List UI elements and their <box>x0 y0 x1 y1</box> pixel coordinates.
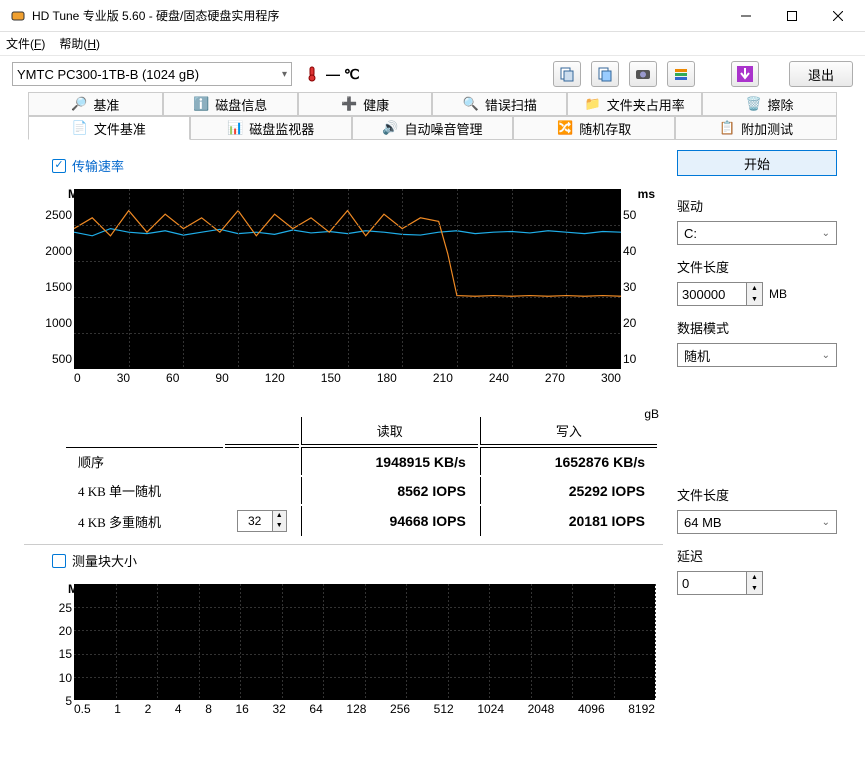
row-4k-multi: 4 KB 多重随机 <box>66 506 223 536</box>
block-size-checkbox[interactable] <box>52 554 66 568</box>
drive-letter-select[interactable]: C:⌄ <box>677 221 837 245</box>
chevron-down-icon: ⌄ <box>822 228 830 239</box>
multi-write: 20181 IOPS <box>480 506 657 536</box>
maximize-button[interactable] <box>769 1 815 31</box>
multi-read: 94668 IOPS <box>301 506 478 536</box>
drive-label: 驱动 <box>677 196 837 215</box>
trash-icon: 🗑️ <box>746 96 762 112</box>
health-icon: ➕ <box>341 96 357 112</box>
transfer-rate-label: 传输速率 <box>72 156 124 175</box>
delay-label: 延迟 <box>677 546 837 565</box>
queue-depth-spinner[interactable]: ▲▼ <box>237 510 287 532</box>
file-length2-label: 文件长度 <box>677 485 837 504</box>
copy-text-button[interactable] <box>553 61 581 87</box>
row-4k-single: 4 KB 单一随机 <box>66 477 223 504</box>
tab-aam[interactable]: 🔊自动噪音管理 <box>352 116 514 140</box>
info-icon: ℹ️ <box>193 96 209 112</box>
file-bench-icon: 📄 <box>72 120 88 136</box>
chart1-x-unit: gB <box>644 407 659 421</box>
results-table: 读取 写入 顺序 1948915 KB/s 1652876 KB/s 4 KB … <box>64 415 659 538</box>
col-write: 写入 <box>480 417 657 445</box>
file-length2-select[interactable]: 64 MB⌄ <box>677 510 837 534</box>
seq-write: 1652876 KB/s <box>480 447 657 475</box>
options-button[interactable] <box>667 61 695 87</box>
tab-random-access[interactable]: 🔀随机存取 <box>513 116 675 140</box>
temperature-box: — ℃ <box>304 66 360 83</box>
delay-spinner[interactable]: ▲▼ <box>677 571 763 595</box>
pattern-select[interactable]: 随机⌄ <box>677 343 837 367</box>
menu-bar: 文件(F) 帮助(H) <box>0 32 865 56</box>
close-button[interactable] <box>815 1 861 31</box>
transfer-rate-checkbox[interactable] <box>52 159 66 173</box>
minimize-button[interactable] <box>723 1 769 31</box>
tab-erase[interactable]: 🗑️擦除 <box>702 92 837 116</box>
single-read: 8562 IOPS <box>301 477 478 504</box>
temperature-value: — ℃ <box>326 66 360 83</box>
side-panel: 开始 驱动 C:⌄ 文件长度 ▲▼ MB 数据模式 随机⌄ 文件长度 64 MB… <box>677 150 837 734</box>
copy-chart-button[interactable] <box>591 61 619 87</box>
random-icon: 🔀 <box>557 120 573 136</box>
save-button[interactable] <box>731 61 759 87</box>
tab-benchmark[interactable]: 🔎基准 <box>28 92 163 116</box>
start-button[interactable]: 开始 <box>677 150 837 176</box>
chevron-down-icon: ▾ <box>282 69 287 80</box>
tab-disk-monitor[interactable]: 📊磁盘监视器 <box>190 116 352 140</box>
tabs: 🔎基准 ℹ️磁盘信息 ➕健康 🔍错误扫描 📁文件夹占用率 🗑️擦除 📄文件基准 … <box>0 92 865 140</box>
menu-help[interactable]: 帮助(H) <box>59 35 100 52</box>
extra-icon: 📋 <box>719 120 735 136</box>
screenshot-button[interactable] <box>629 61 657 87</box>
menu-file[interactable]: 文件(F) <box>6 35 45 52</box>
block-size-label: 测量块大小 <box>72 551 137 570</box>
chevron-down-icon: ⌄ <box>822 517 830 528</box>
tab-folder-usage[interactable]: 📁文件夹占用率 <box>567 92 702 116</box>
gauge-icon: 🔎 <box>71 96 87 112</box>
tab-file-benchmark[interactable]: 📄文件基准 <box>28 116 190 140</box>
file-length-label: 文件长度 <box>677 257 837 276</box>
file-length-unit: MB <box>769 287 787 301</box>
row-sequential: 顺序 <box>66 447 223 475</box>
app-icon <box>10 8 26 24</box>
transfer-chart: MB/s ms 2500200015001000500 5040302010 0… <box>28 189 659 405</box>
file-length-spinner[interactable]: ▲▼ <box>677 282 763 306</box>
single-write: 25292 IOPS <box>480 477 657 504</box>
chevron-down-icon: ⌄ <box>822 350 830 361</box>
toolbar: YMTC PC300-1TB-B (1024 gB) ▾ — ℃ 退出 <box>0 56 865 92</box>
blocksize-chart: MB/s 读取 写入 252015105 0.51248163264128256… <box>28 584 659 734</box>
window-title: HD Tune 专业版 5.60 - 硬盘/固态硬盘实用程序 <box>32 7 723 24</box>
tab-error-scan[interactable]: 🔍错误扫描 <box>432 92 567 116</box>
col-read: 读取 <box>301 417 478 445</box>
title-bar: HD Tune 专业版 5.60 - 硬盘/固态硬盘实用程序 <box>0 0 865 32</box>
exit-button[interactable]: 退出 <box>789 61 853 87</box>
seq-read: 1948915 KB/s <box>301 447 478 475</box>
search-icon: 🔍 <box>463 96 479 112</box>
queue-depth-value <box>238 512 272 530</box>
drive-select-value: YMTC PC300-1TB-B (1024 gB) <box>17 67 199 82</box>
monitor-icon: 📊 <box>227 120 243 136</box>
speaker-icon: 🔊 <box>382 120 398 136</box>
thermometer-icon <box>304 66 320 82</box>
tab-health[interactable]: ➕健康 <box>298 92 433 116</box>
pattern-label: 数据模式 <box>677 318 837 337</box>
tab-extra-tests[interactable]: 📋附加测试 <box>675 116 837 140</box>
folder-icon: 📁 <box>585 96 601 112</box>
chart1-y-right-label: ms <box>638 187 655 201</box>
tab-disk-info[interactable]: ℹ️磁盘信息 <box>163 92 298 116</box>
drive-select[interactable]: YMTC PC300-1TB-B (1024 gB) ▾ <box>12 62 292 86</box>
